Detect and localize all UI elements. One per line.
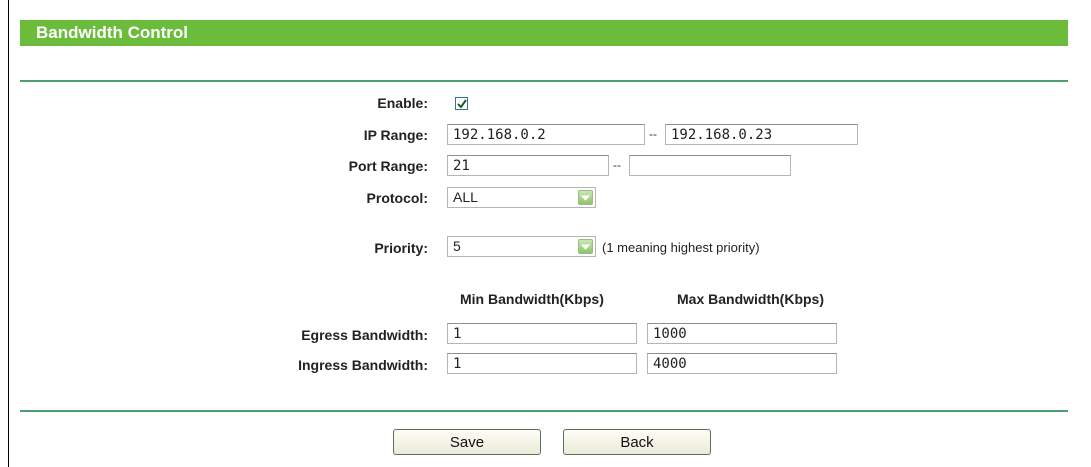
top-divider	[20, 80, 1068, 82]
egress-max-input[interactable]	[647, 323, 837, 344]
page-frame	[8, 0, 1091, 467]
ingress-bandwidth-label: Ingress Bandwidth:	[298, 357, 428, 373]
ip-range-end-input[interactable]	[665, 124, 858, 145]
checkmark-icon	[457, 99, 467, 109]
ingress-max-input[interactable]	[647, 353, 837, 374]
ip-range-start-input[interactable]	[447, 124, 645, 145]
min-bandwidth-header: Min Bandwidth(Kbps)	[460, 291, 604, 307]
priority-dropdown-button[interactable]	[578, 239, 593, 254]
port-range-label: Port Range:	[348, 158, 428, 174]
priority-label: Priority:	[374, 240, 428, 256]
port-range-separator: --	[613, 158, 621, 172]
egress-min-input[interactable]	[447, 323, 637, 344]
chevron-down-icon	[581, 244, 590, 250]
egress-bandwidth-label: Egress Bandwidth:	[301, 327, 428, 343]
priority-selected-value: 5	[453, 238, 461, 254]
page-title: Bandwidth Control	[20, 20, 1068, 46]
port-range-end-input[interactable]	[629, 155, 791, 176]
priority-select[interactable]: 5	[447, 236, 596, 257]
ip-range-label: IP Range:	[363, 127, 428, 143]
protocol-dropdown-button[interactable]	[578, 190, 593, 205]
protocol-select[interactable]: ALL	[447, 187, 596, 208]
protocol-label: Protocol:	[366, 190, 428, 206]
port-range-start-input[interactable]	[447, 155, 609, 176]
protocol-selected-value: ALL	[453, 189, 478, 205]
save-button[interactable]: Save	[393, 429, 541, 455]
ip-range-separator: --	[649, 127, 657, 141]
max-bandwidth-header: Max Bandwidth(Kbps)	[677, 291, 824, 307]
back-button[interactable]: Back	[563, 429, 711, 455]
enable-checkbox[interactable]	[455, 97, 468, 110]
ingress-min-input[interactable]	[447, 353, 637, 374]
chevron-down-icon	[581, 195, 590, 201]
enable-label: Enable:	[377, 95, 428, 111]
priority-note: (1 meaning highest priority)	[602, 240, 760, 255]
bottom-divider	[20, 410, 1068, 412]
